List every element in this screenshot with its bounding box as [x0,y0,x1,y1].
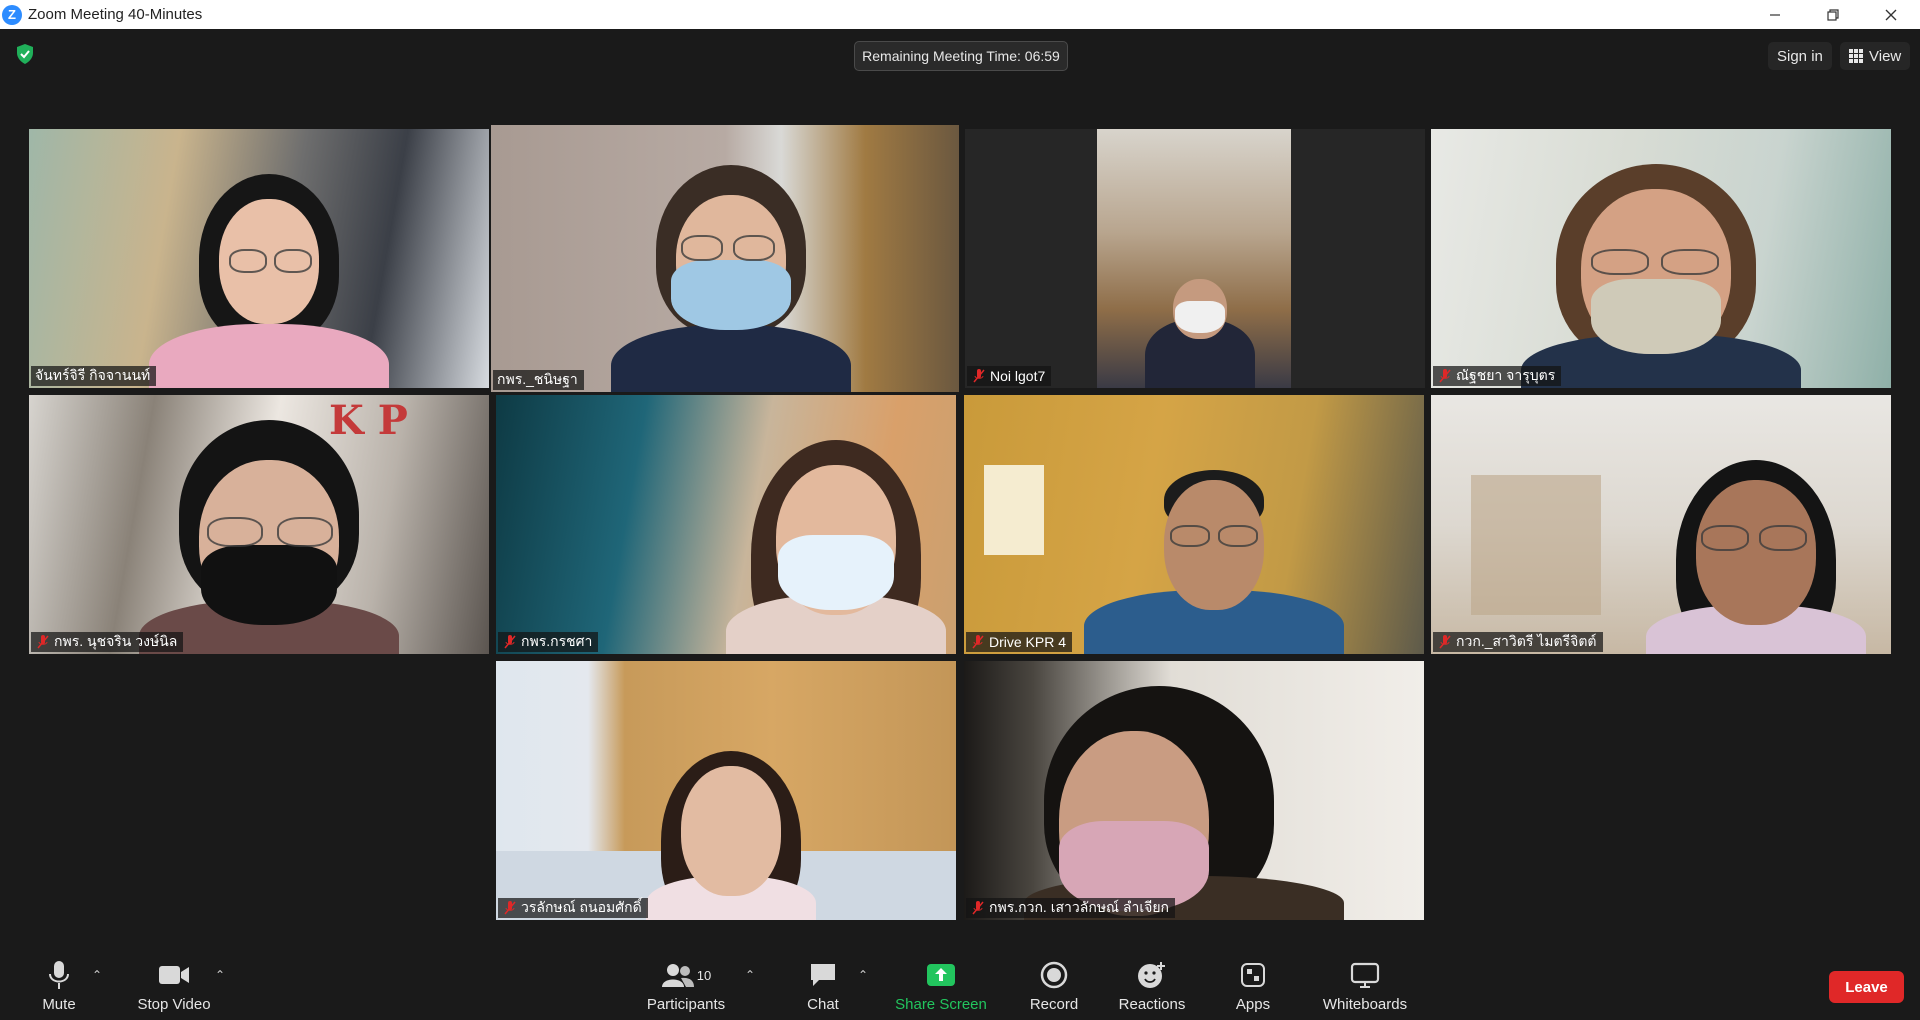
share-screen-arrow-icon [927,964,955,986]
chat-options-chevron-up-icon[interactable]: ⌃ [858,968,868,982]
remaining-meeting-time: Remaining Meeting Time: 06:59 [854,41,1068,71]
microphone-icon [49,961,69,989]
chat-bubble-icon [811,964,835,986]
mic-muted-icon [1439,635,1451,649]
participants-count: 10 [696,967,712,983]
participant-name: กพร.กวก. เสาวลักษณ์ ลำเจียก [989,899,1170,915]
wall-letters: K P [329,397,408,444]
apps-icon [1241,963,1265,987]
participant-name-tag: กพร. นุชจริน วงษ์นิล [31,632,184,652]
apps-button[interactable]: Apps [1233,950,1273,1020]
reactions-label: Reactions [1118,996,1186,1013]
participants-button[interactable]: 10 Participants [643,950,729,1020]
whiteboards-button[interactable]: Whiteboards [1317,950,1413,1020]
participant-name-tag: จันทร์จิรี กิจจานนท์ [31,366,157,386]
video-tile[interactable]: จันทร์จิรี กิจจานนท์ [29,129,489,388]
whiteboard-icon [1350,962,1380,988]
participant-name: กวก._สาวิตรี ไมตรีจิตต์ [1456,633,1597,649]
audio-options-chevron-up-icon[interactable]: ⌃ [92,968,102,982]
video-tile[interactable]: กวก._สาวิตรี ไมตรีจิตต์ [1431,395,1891,654]
mic-muted-icon [504,901,516,915]
encryption-shield-icon[interactable] [14,43,36,65]
leave-meeting-button[interactable]: Leave [1829,971,1904,1003]
whiteboards-label: Whiteboards [1322,996,1408,1013]
stop-video-label: Stop Video [137,996,211,1013]
mic-muted-icon [1439,369,1451,383]
mic-muted-icon [37,635,49,649]
participants-icon [661,964,694,987]
participant-name-tag: กพร.กวก. เสาวลักษณ์ ลำเจียก [966,898,1176,918]
participant-name: กพร.กรชศา [521,633,593,649]
video-tile[interactable]: Drive KPR 4 [964,395,1424,654]
mic-muted-icon [972,901,984,915]
mute-label: Mute [42,996,76,1013]
reactions-smiley-icon [1138,962,1165,988]
participant-name: กพร._ชนิษฐา [497,371,578,387]
video-tile[interactable]: ณัฐชยา จารุบุตร [1431,129,1891,388]
participants-options-chevron-up-icon[interactable]: ⌃ [745,968,755,982]
participant-name-tag: กวก._สาวิตรี ไมตรีจิตต์ [1433,632,1603,652]
video-tile[interactable]: K P กพร. นุชจริน วงษ์นิล [29,395,489,654]
reactions-button[interactable]: Reactions [1117,950,1187,1020]
mic-muted-icon [972,635,984,649]
window-controls [1746,0,1920,29]
participant-name: ณัฐชยา จารุบุตร [1456,367,1556,383]
restore-button[interactable] [1804,0,1862,29]
record-label: Record [1029,996,1079,1013]
participant-name-tag: กพร.กรชศา [498,632,599,652]
video-tile[interactable]: กพร.กวก. เสาวลักษณ์ ลำเจียก [964,661,1424,920]
meeting-top-bar: Remaining Meeting Time: 06:59 Sign in Vi… [0,29,1920,81]
video-tile[interactable]: Noi lgot7 [965,129,1425,388]
zoom-logo-icon: Z [2,4,22,25]
meeting-controls-toolbar: Mute ⌃ Stop Video ⌃ 10 Participants ⌃ Ch… [0,950,1920,1020]
video-tile-active-speaker[interactable]: กพร._ชนิษฐา [491,125,959,392]
participants-label: Participants [646,996,726,1013]
background-window [984,465,1044,555]
share-screen-button[interactable]: Share Screen [893,950,989,1020]
record-icon [1040,961,1068,989]
video-options-chevron-up-icon[interactable]: ⌃ [215,968,225,982]
mic-muted-icon [504,635,516,649]
video-tile[interactable]: วรลักษณ์ ถนอมศักดิ์ [496,661,956,920]
chat-button[interactable]: Chat [800,950,846,1020]
mute-button[interactable]: Mute [34,950,84,1020]
participant-name: จันทร์จิรี กิจจานนท์ [35,367,151,383]
window-title: Zoom Meeting 40-Minutes [28,6,203,23]
stop-video-button[interactable]: Stop Video [134,950,214,1020]
participant-name-tag: วรลักษณ์ ถนอมศักดิ์ [498,898,648,918]
participant-name: วรลักษณ์ ถนอมศักดิ์ [521,899,642,915]
minimize-icon [1770,13,1780,16]
sign-in-button[interactable]: Sign in [1768,42,1832,70]
chat-label: Chat [807,996,839,1013]
view-button[interactable]: View [1840,42,1911,70]
participant-name: Drive KPR 4 [989,634,1067,650]
grid-view-icon [1849,49,1863,63]
share-screen-label: Share Screen [895,996,987,1013]
record-button[interactable]: Record [1024,950,1084,1020]
restore-icon [1827,8,1839,21]
participant-name: Noi lgot7 [990,368,1046,384]
window-title-bar: Z Zoom Meeting 40-Minutes [0,0,1920,29]
participant-name-tag: ณัฐชยา จารุบุตร [1433,366,1562,386]
view-label: View [1869,47,1902,65]
close-icon [1885,9,1897,20]
apps-label: Apps [1235,996,1271,1013]
participant-name-tag: กพร._ชนิษฐา [493,370,584,390]
video-tile[interactable]: กพร.กรชศา [496,395,956,654]
minimize-button[interactable] [1746,0,1804,29]
mic-muted-icon [973,369,985,383]
background-shelf [1471,475,1601,615]
participant-name-tag: Drive KPR 4 [966,632,1073,652]
participant-name: กพร. นุชจริน วงษ์นิล [54,633,178,649]
video-camera-icon [159,966,189,984]
participant-name-tag: Noi lgot7 [967,366,1052,386]
close-window-button[interactable] [1862,0,1920,29]
